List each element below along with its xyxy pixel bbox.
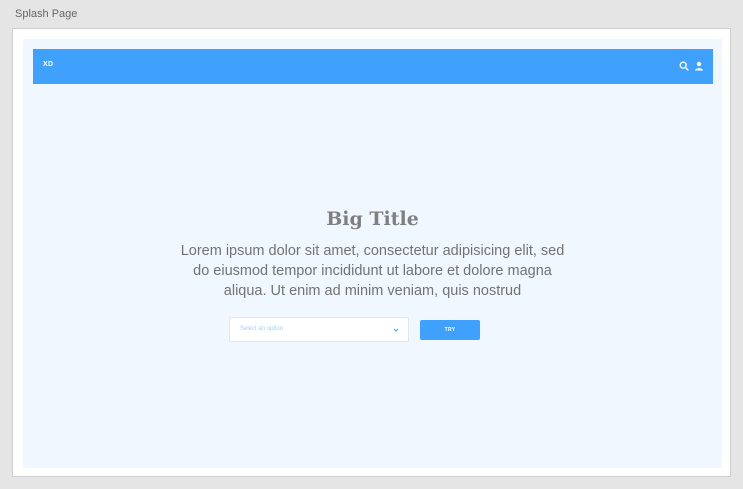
artboard-label: Splash Page	[15, 8, 78, 20]
select-placeholder: Select an option	[240, 326, 284, 332]
user-icon[interactable]	[694, 61, 704, 71]
hero-body-text: Lorem ipsum dolor sit amet, consectetur …	[180, 243, 565, 299]
chevron-down-icon	[393, 328, 399, 332]
nav-icons	[679, 61, 704, 71]
try-button[interactable]: TRY	[420, 320, 480, 340]
splash-page: XD Big Title Lorem ipsum dolor sit amet,…	[23, 39, 722, 468]
hero-title: Big Title	[326, 208, 419, 230]
hero-section: Big Title Lorem ipsum dolor sit amet, co…	[23, 207, 722, 301]
artboard-frame: XD Big Title Lorem ipsum dolor sit amet,…	[12, 28, 731, 477]
brand-logo[interactable]: XD	[43, 61, 53, 68]
option-select[interactable]: Select an option	[229, 317, 409, 342]
top-navbar: XD	[33, 49, 713, 84]
search-icon[interactable]	[679, 61, 689, 71]
